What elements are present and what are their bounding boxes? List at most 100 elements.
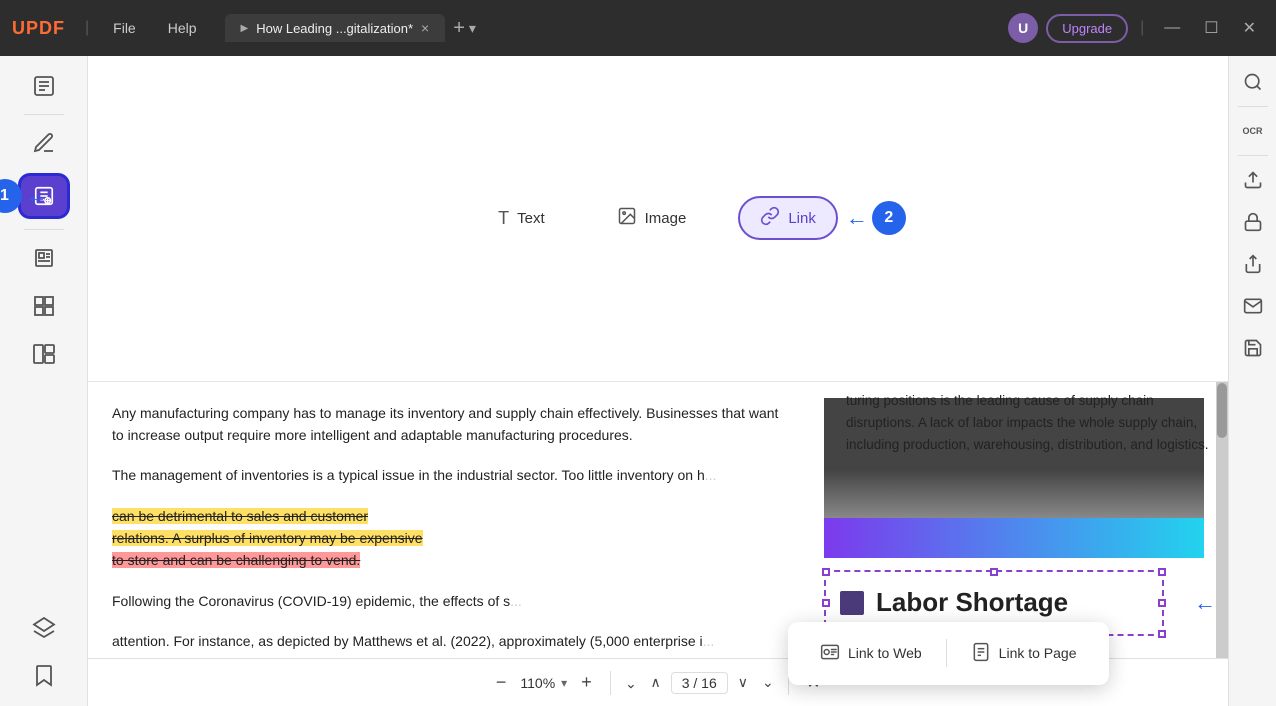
right-export-icon[interactable] (1235, 162, 1271, 198)
right-search-icon[interactable] (1235, 64, 1271, 100)
upgrade-label: Upgrade (1062, 21, 1112, 36)
right-share-icon[interactable] (1235, 246, 1271, 282)
sidebar-divider-1 (24, 114, 64, 115)
right-protect-icon[interactable] (1235, 204, 1271, 240)
scrollbar-track[interactable] (1216, 382, 1228, 659)
image-label: Image (645, 210, 687, 227)
content-wrapper: T Text Image (88, 56, 1228, 706)
sidebar-divider-2 (24, 229, 64, 230)
handle-ml[interactable] (822, 599, 830, 607)
toolbar-text[interactable]: T Text (478, 200, 565, 237)
tab-dropdown-button[interactable]: ▾ (469, 20, 476, 37)
edit-toolbar: T Text Image (88, 56, 1228, 382)
sidebar-item-annotate[interactable] (19, 121, 69, 165)
app-logo: UPDF (12, 18, 65, 39)
paragraph-1: Any manufacturing company has to manage … (112, 402, 784, 447)
context-menu: Link to Web Link to Page (788, 622, 1109, 685)
zoom-level-display: 110% (520, 675, 555, 691)
ctx-link-to-web[interactable]: Link to Web (804, 634, 938, 673)
tab-add-button[interactable]: + (453, 17, 465, 40)
image-icon (617, 206, 637, 230)
upgrade-button[interactable]: Upgrade (1046, 14, 1128, 43)
link-label: Link (788, 210, 816, 227)
handle-tr[interactable] (1158, 568, 1166, 576)
ctx-link-to-page[interactable]: Link to Page (955, 634, 1093, 673)
total-pages: 16 (701, 675, 717, 691)
right-sidebar: OCR (1228, 56, 1276, 706)
right-divider-2 (1238, 155, 1268, 156)
sidebar-item-bookmark[interactable] (19, 654, 69, 698)
tab-bar: ▶ How Leading ...gitalization* × + ▾ (225, 14, 1001, 42)
link-icon (760, 206, 780, 230)
right-save-icon[interactable] (1235, 330, 1271, 366)
nav-next-button[interactable]: ∨ (734, 670, 752, 695)
paragraph-highlighted: can be detrimental to sales and customer… (112, 505, 784, 572)
arrow-3: ← (1194, 590, 1216, 616)
text-icon: T (498, 208, 509, 229)
content-area: Any manufacturing company has to manage … (88, 382, 1228, 706)
page-separator: / (693, 675, 701, 691)
right-divider-1 (1238, 106, 1268, 107)
annotation-circle-2: 2 (872, 201, 906, 235)
zoom-dropdown-icon[interactable]: ▾ (561, 676, 567, 690)
toolbar-link[interactable]: Link (738, 196, 838, 240)
ctx-divider (946, 639, 947, 667)
maximize-button[interactable]: ☐ (1196, 18, 1226, 38)
sidebar-item-layout[interactable] (19, 284, 69, 328)
highlight-yellow-1: can be detrimental to sales and customer (112, 508, 368, 524)
paragraph-2: The management of inventories is a typic… (112, 464, 784, 486)
toolbar-separator-1 (610, 671, 611, 695)
close-window-button[interactable]: ✕ (1235, 18, 1264, 38)
scrollbar-thumb[interactable] (1217, 383, 1227, 438)
toolbar-image[interactable]: Image (597, 198, 707, 238)
menu-file[interactable]: File (101, 16, 148, 40)
highlight-yellow-2: relations. A surplus of inventory may be… (112, 530, 423, 546)
minimize-button[interactable]: — (1156, 19, 1188, 37)
main-layout: 1 ← (0, 56, 1276, 706)
ctx-link-page-label: Link to Page (999, 645, 1077, 661)
labor-shortage-title: Labor Shortage (876, 587, 1068, 618)
tab-dot: ▶ (241, 23, 249, 34)
ls-square-icon (840, 591, 864, 615)
sidebar-item-organize[interactable] (19, 332, 69, 376)
right-text-content: turing positions is the leading cause of… (846, 393, 1208, 453)
nav-last-button[interactable]: ⌄ (758, 670, 778, 695)
arrow-2: ← (846, 205, 868, 231)
image-gradient-bar (824, 518, 1204, 558)
handle-mr[interactable] (1158, 599, 1166, 607)
titlebar: UPDF | File Help ▶ How Leading ...gitali… (0, 0, 1276, 56)
annotation-2: ← 2 (846, 201, 906, 235)
text-label: Text (517, 210, 545, 227)
sidebar-item-layers[interactable] (19, 606, 69, 650)
user-avatar[interactable]: U (1008, 13, 1038, 43)
menu-help[interactable]: Help (156, 16, 209, 40)
nav-prev-button[interactable]: ∧ (646, 670, 664, 695)
tab-title: How Leading ...gitalization* (256, 21, 413, 36)
handle-tm[interactable] (990, 568, 998, 576)
paragraph-4: attention. For instance, as depicted by … (112, 630, 784, 652)
tab-close-icon[interactable]: × (421, 20, 429, 36)
ctx-link-web-label: Link to Web (848, 645, 922, 661)
annotation-1: 1 ← (0, 179, 48, 213)
title-actions: U Upgrade | — ☐ ✕ (1008, 13, 1264, 43)
right-text-block: turing positions is the leading cause of… (838, 390, 1228, 457)
current-page[interactable]: 3 (682, 675, 690, 691)
right-ocr-icon[interactable]: OCR (1235, 113, 1271, 149)
highlight-red: to store and can be challenging to vend. (112, 552, 360, 568)
arrow-1: ← (26, 183, 48, 209)
paragraph-3: Following the Coronavirus (COVID-19) epi… (112, 590, 784, 612)
zoom-out-button[interactable]: − (488, 668, 515, 697)
link-page-icon (971, 642, 991, 665)
handle-br[interactable] (1158, 630, 1166, 638)
handle-tl[interactable] (822, 568, 830, 576)
left-sidebar: 1 ← (0, 56, 88, 706)
sidebar-item-pages[interactable] (19, 236, 69, 280)
page-info: 3 / 16 (671, 672, 728, 694)
right-email-icon[interactable] (1235, 288, 1271, 324)
active-tab[interactable]: ▶ How Leading ...gitalization* × (225, 14, 446, 42)
sidebar-item-document-reader[interactable] (19, 64, 69, 108)
nav-first-button[interactable]: ⌃ (621, 670, 641, 695)
zoom-in-button[interactable]: + (573, 668, 600, 697)
link-web-icon (820, 642, 840, 665)
annotation-circle-1: 1 (0, 179, 22, 213)
